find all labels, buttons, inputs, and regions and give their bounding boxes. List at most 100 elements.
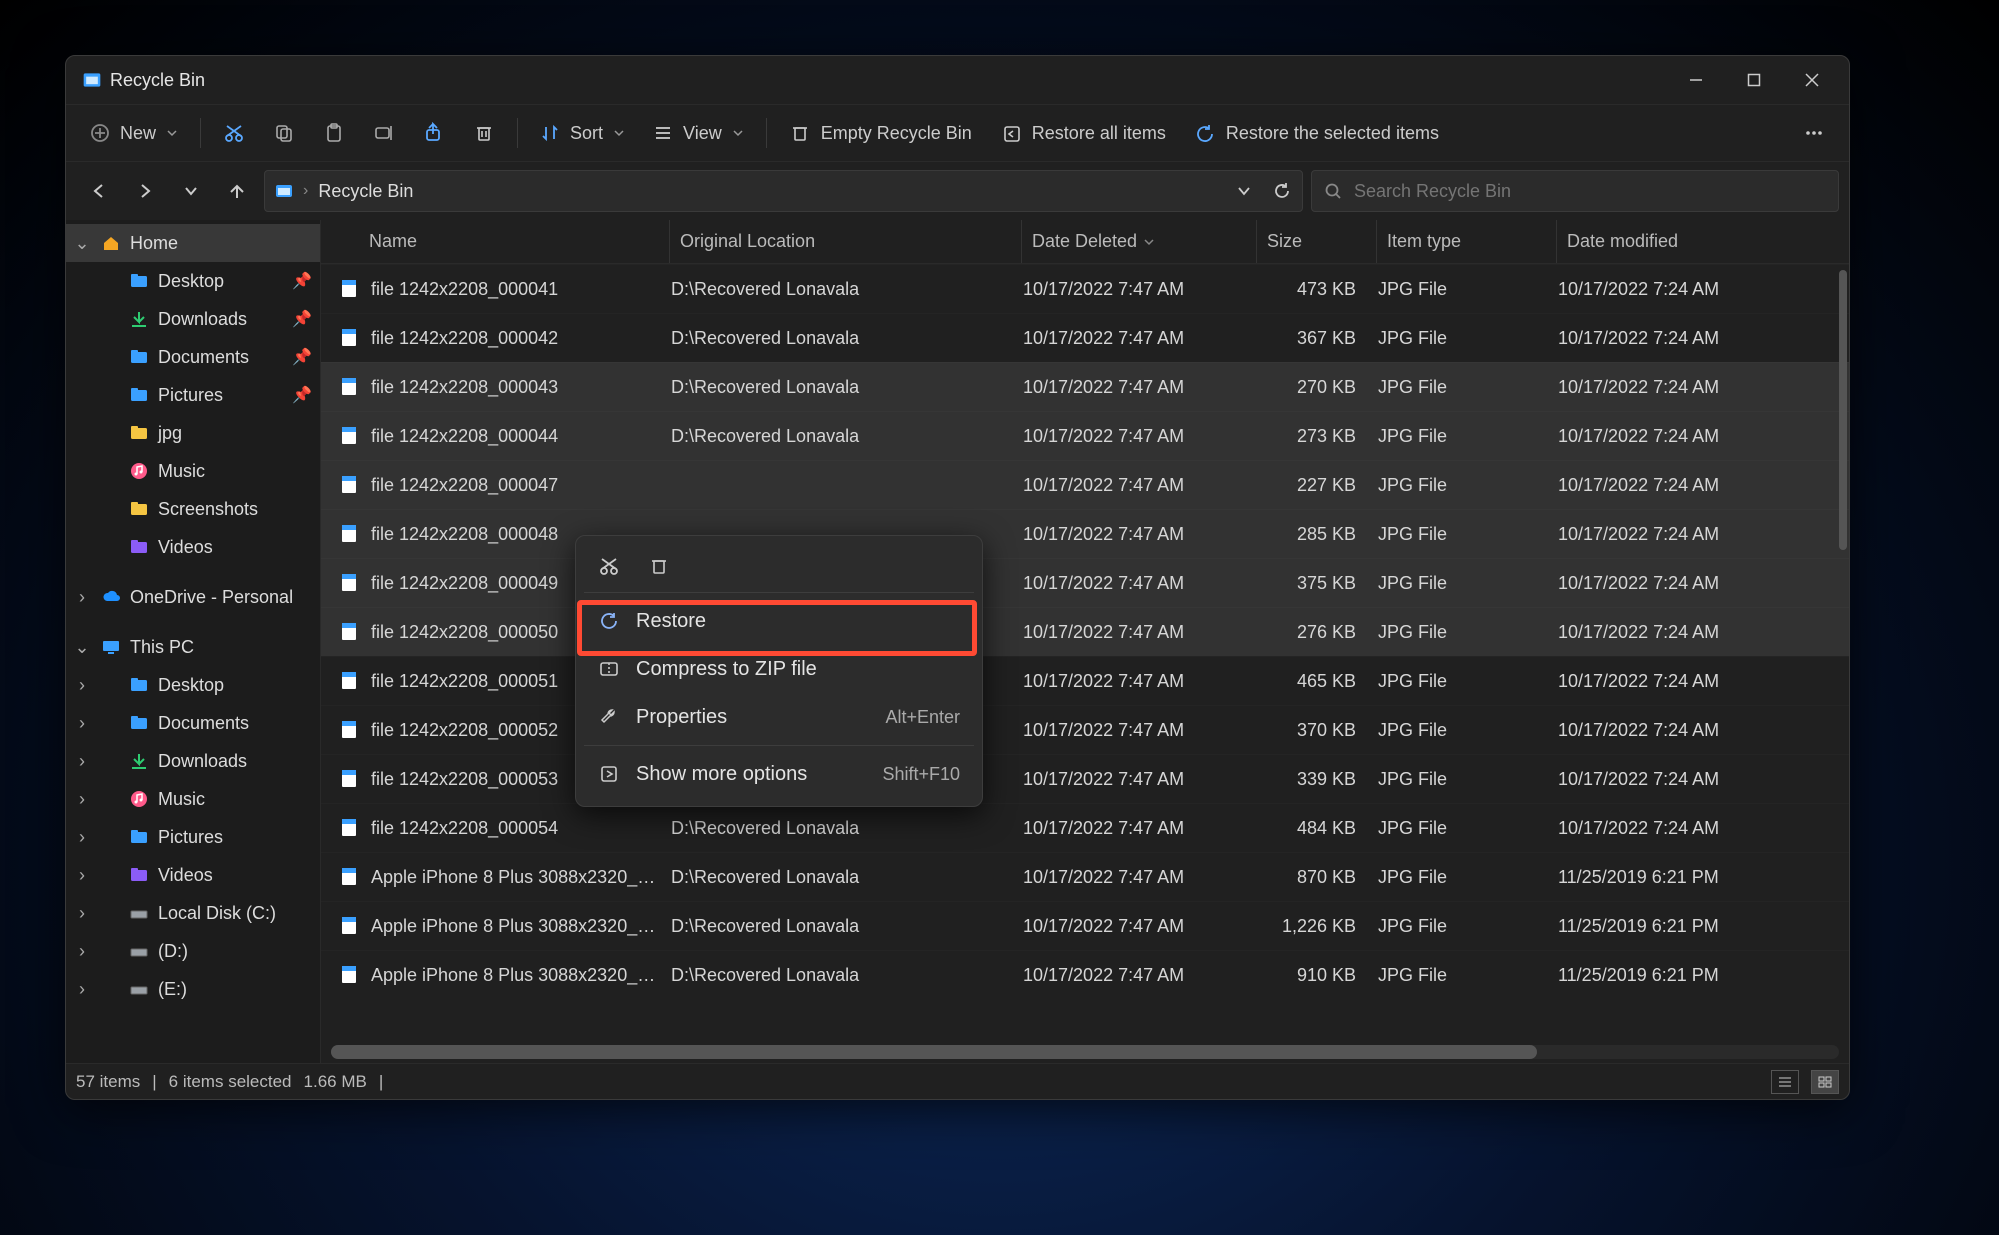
cell-date-modified: 10/17/2022 7:24 AM xyxy=(1548,426,1849,447)
chevron-down-icon[interactable] xyxy=(1236,183,1252,199)
recent-button[interactable] xyxy=(172,172,210,210)
table-row[interactable]: file 1242x2208_00004710/17/2022 7:47 AM2… xyxy=(321,460,1849,509)
table-row[interactable]: Apple iPhone 8 Plus 3088x2320_00…D:\Reco… xyxy=(321,852,1849,901)
cell-type: JPG File xyxy=(1368,671,1548,692)
new-button[interactable]: New xyxy=(76,112,192,154)
sidebar-thispc-5[interactable]: ›Videos xyxy=(66,856,320,894)
table-row[interactable]: Apple iPhone 8 Plus 3088x2320_00…D:\Reco… xyxy=(321,950,1849,999)
cell-location: D:\Recovered Lonavala xyxy=(661,867,1013,888)
delete-button[interactable] xyxy=(459,112,509,154)
sidebar-home[interactable]: ⌄Home xyxy=(66,224,320,262)
table-row[interactable]: file 1242x2208_000051D:\Recovered Lonava… xyxy=(321,656,1849,705)
context-compress[interactable]: Compress to ZIP file xyxy=(584,645,974,693)
maximize-button[interactable] xyxy=(1725,56,1783,104)
table-row[interactable]: Apple iPhone 8 Plus 3088x2320_00…D:\Reco… xyxy=(321,901,1849,950)
file-icon xyxy=(339,425,361,447)
cut-menu-icon[interactable] xyxy=(596,553,622,579)
sidebar-thispc-2[interactable]: ›Downloads xyxy=(66,742,320,780)
close-button[interactable] xyxy=(1783,56,1841,104)
sidebar-thispc-7[interactable]: ›(D:) xyxy=(66,932,320,970)
sidebar-thispc-0[interactable]: ›Desktop xyxy=(66,666,320,704)
sidebar-quick-0[interactable]: Desktop📌 xyxy=(66,262,320,300)
table-row[interactable]: file 1242x2208_000041D:\Recovered Lonava… xyxy=(321,264,1849,313)
refresh-button[interactable] xyxy=(1272,181,1292,201)
sidebar-item-label: jpg xyxy=(158,423,182,444)
cell-size: 465 KB xyxy=(1248,671,1368,692)
cell-name: file 1242x2208_000052 xyxy=(371,720,558,741)
desktop-icon xyxy=(128,270,150,292)
search-bar[interactable] xyxy=(1311,170,1839,212)
zip-icon xyxy=(598,658,620,680)
address-bar[interactable]: › Recycle Bin xyxy=(264,170,1303,212)
cut-button[interactable] xyxy=(209,112,259,154)
sidebar-thispc-3[interactable]: ›Music xyxy=(66,780,320,818)
cell-date-modified: 10/17/2022 7:24 AM xyxy=(1548,377,1849,398)
context-restore[interactable]: Restore xyxy=(584,597,974,645)
empty-recycle-bin-button[interactable]: Empty Recycle Bin xyxy=(775,112,986,154)
copy-button[interactable] xyxy=(259,112,309,154)
column-original-location[interactable]: Original Location xyxy=(669,220,1021,263)
cell-date-deleted: 10/17/2022 7:47 AM xyxy=(1013,279,1248,300)
back-button[interactable] xyxy=(80,172,118,210)
restore-all-button[interactable]: Restore all items xyxy=(986,112,1180,154)
share-button[interactable] xyxy=(409,112,459,154)
table-row[interactable]: file 1242x2208_000042D:\Recovered Lonava… xyxy=(321,313,1849,362)
trash-icon xyxy=(789,122,811,144)
more-button[interactable] xyxy=(1789,112,1839,154)
delete-menu-icon[interactable] xyxy=(646,553,672,579)
sidebar-thispc-1[interactable]: ›Documents xyxy=(66,704,320,742)
cell-type: JPG File xyxy=(1368,328,1548,349)
up-button[interactable] xyxy=(218,172,256,210)
sidebar-thispc-6[interactable]: ›Local Disk (C:) xyxy=(66,894,320,932)
table-row[interactable]: file 1242x2208_00005010/17/2022 7:47 AM2… xyxy=(321,607,1849,656)
cell-date-modified: 10/17/2022 7:24 AM xyxy=(1548,475,1849,496)
sidebar-quick-5[interactable]: Music xyxy=(66,452,320,490)
view-button[interactable]: View xyxy=(639,112,758,154)
column-date-deleted[interactable]: Date Deleted xyxy=(1021,220,1256,263)
table-row[interactable]: file 1242x2208_000053D:\Recovered Lonava… xyxy=(321,754,1849,803)
sidebar-quick-2[interactable]: Documents📌 xyxy=(66,338,320,376)
minimize-button[interactable] xyxy=(1667,56,1725,104)
context-properties[interactable]: Properties Alt+Enter xyxy=(584,693,974,741)
forward-button[interactable] xyxy=(126,172,164,210)
context-more-options[interactable]: Show more options Shift+F10 xyxy=(584,750,974,798)
details-view-button[interactable] xyxy=(1771,1070,1799,1094)
sidebar-quick-7[interactable]: Videos xyxy=(66,528,320,566)
table-row[interactable]: file 1242x2208_000043D:\Recovered Lonava… xyxy=(321,362,1849,411)
sidebar-onedrive[interactable]: ›OneDrive - Personal xyxy=(66,578,320,616)
sidebar-this-pc[interactable]: ⌄This PC xyxy=(66,628,320,666)
chevron-down-icon: ⌄ xyxy=(72,637,92,658)
vertical-scrollbar[interactable] xyxy=(1839,270,1847,550)
column-item-type[interactable]: Item type xyxy=(1376,220,1556,263)
sidebar-quick-1[interactable]: Downloads📌 xyxy=(66,300,320,338)
content-area: Name Original Location Date Deleted Size… xyxy=(321,220,1849,1063)
paste-button[interactable] xyxy=(309,112,359,154)
horizontal-scrollbar[interactable] xyxy=(331,1045,1839,1059)
chevron-right-icon: › xyxy=(72,587,92,608)
sidebar-thispc-4[interactable]: ›Pictures xyxy=(66,818,320,856)
rename-icon xyxy=(373,122,395,144)
cell-date-modified: 10/17/2022 7:24 AM xyxy=(1548,328,1849,349)
sort-button[interactable]: Sort xyxy=(526,112,639,154)
file-icon xyxy=(339,817,361,839)
table-row[interactable]: file 1242x2208_00004810/17/2022 7:47 AM2… xyxy=(321,509,1849,558)
column-date-modified[interactable]: Date modified xyxy=(1556,220,1849,263)
table-row[interactable]: file 1242x2208_000054D:\Recovered Lonava… xyxy=(321,803,1849,852)
cell-date-deleted: 10/17/2022 7:47 AM xyxy=(1013,622,1248,643)
sidebar-quick-6[interactable]: Screenshots xyxy=(66,490,320,528)
search-input[interactable] xyxy=(1354,181,1826,202)
sidebar-quick-3[interactable]: Pictures📌 xyxy=(66,376,320,414)
sidebar-quick-4[interactable]: jpg xyxy=(66,414,320,452)
breadcrumb[interactable]: Recycle Bin xyxy=(318,181,413,202)
search-icon xyxy=(1324,182,1342,200)
column-size[interactable]: Size xyxy=(1256,220,1376,263)
cell-date-modified: 11/25/2019 6:21 PM xyxy=(1548,965,1849,986)
restore-selected-button[interactable]: Restore the selected items xyxy=(1180,112,1453,154)
table-row[interactable]: file 1242x2208_000044D:\Recovered Lonava… xyxy=(321,411,1849,460)
column-name[interactable]: Name xyxy=(339,220,669,263)
sidebar-thispc-8[interactable]: ›(E:) xyxy=(66,970,320,1008)
rename-button[interactable] xyxy=(359,112,409,154)
table-row[interactable]: file 1242x2208_00004910/17/2022 7:47 AM3… xyxy=(321,558,1849,607)
thumbnails-view-button[interactable] xyxy=(1811,1070,1839,1094)
table-row[interactable]: file 1242x2208_000052D:\Recovered Lonava… xyxy=(321,705,1849,754)
